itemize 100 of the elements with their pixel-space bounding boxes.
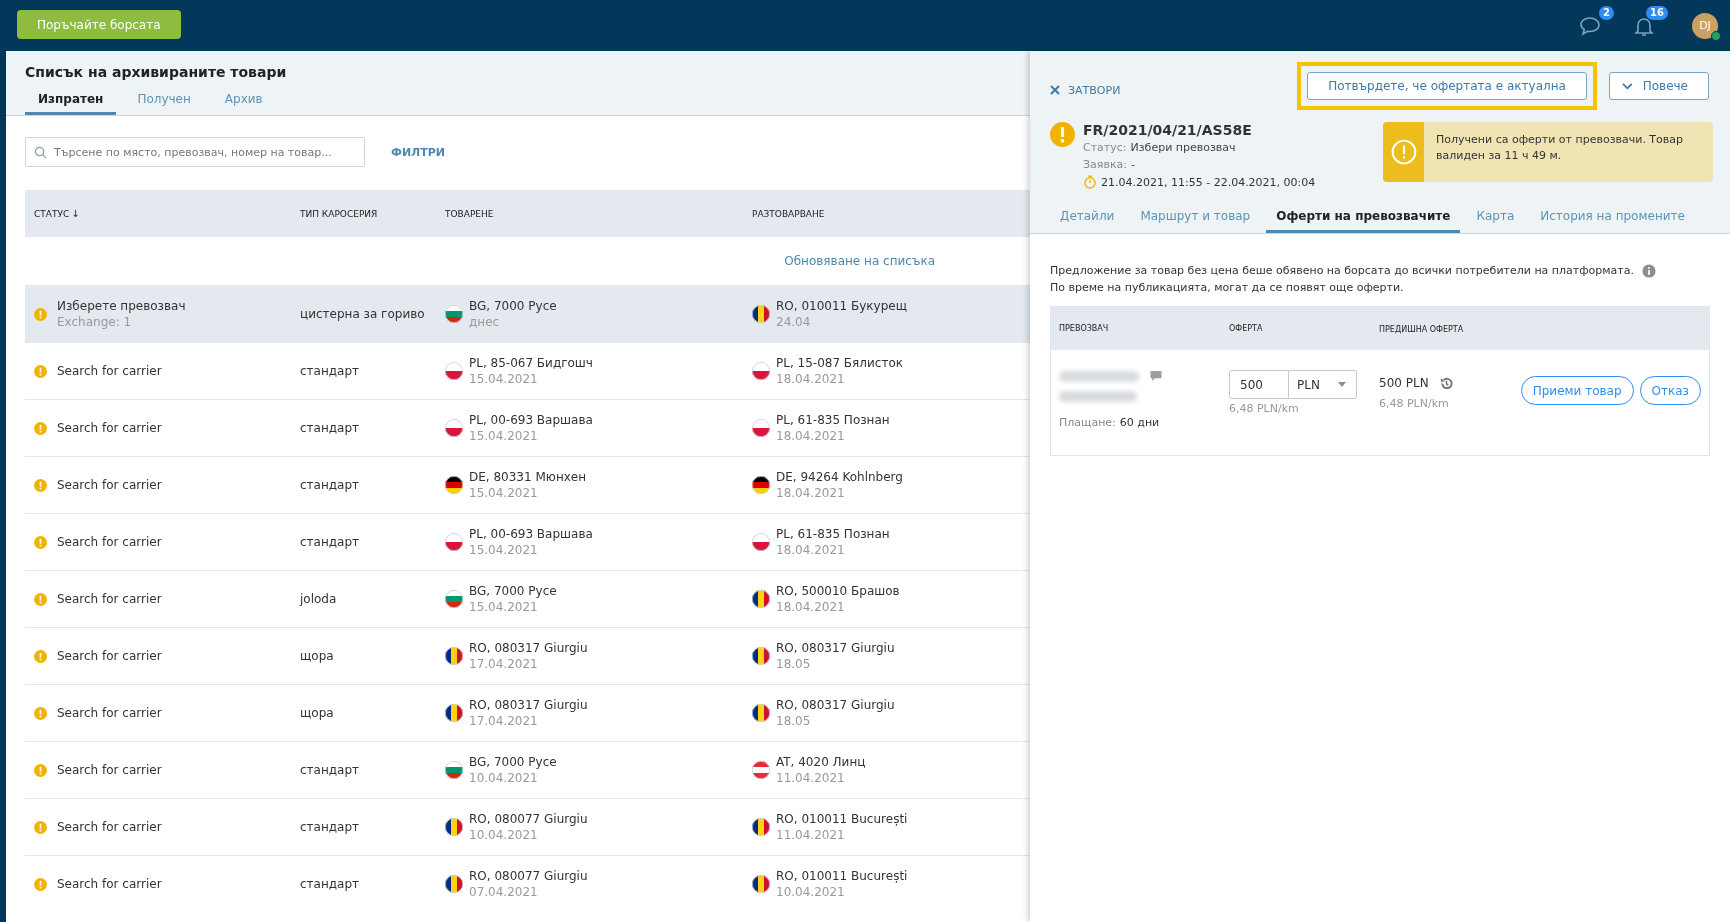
more-button[interactable]: Повече [1609,72,1709,100]
unloading-date: 10.04.2021 [776,885,846,899]
unloading-date: 18.04.2021 [776,543,846,557]
body-type: щора [300,706,335,720]
flag-icon [752,818,770,836]
flag-icon [752,362,770,380]
loading-date: 17.04.2021 [469,657,539,671]
info-text: Предложение за товар без цена беше обявено на борсата до всички потребители на платформата. [1050,263,1634,279]
close-link[interactable]: ЗАТВОРИ [1050,83,1121,97]
request-value: - [1131,158,1135,171]
tab[interactable]: Оферти на превозвачите [1266,209,1461,233]
loading-date: днес [469,315,501,329]
flag-icon [752,647,770,665]
flag-icon [445,761,463,779]
alert-text: Получени са оферти от превозвачи. Товар валиден за 11 ч 49 м. [1435,132,1685,164]
column-header[interactable]: СТАТУС [34,208,70,219]
loading-date: 17.04.2021 [469,714,539,728]
unloading-place: RO, 080317 Giurgiu [776,698,895,712]
loading-date: 15.04.2021 [469,429,539,443]
loading-place: PL, 85-067 Бидгошч [469,356,593,370]
flag-icon [752,704,770,722]
status-text: Search for carrier [57,592,162,606]
previous-offer-rate: 6,48 PLN/km [1379,397,1450,410]
unloading-place: RO, 500010 Брашов [776,584,900,598]
status-text: Search for carrier [57,421,162,435]
flag-icon [445,818,463,836]
unloading-date: 24.04 [776,315,812,329]
chevron-down-icon [1622,82,1633,90]
unloading-date: 18.04.2021 [776,600,846,614]
unloading-place: DE, 94264 Kohlnberg [776,470,903,484]
search-field[interactable]: Търсене по място, превозвач, номер на товар... [25,137,365,167]
status-text: Search for carrier [57,820,162,834]
loading-place: BG, 7000 Русе [469,755,557,769]
accept-freight-button[interactable]: Приеми товар [1520,376,1634,405]
loading-place: RO, 080077 Giurgiu [469,869,588,883]
body-type: щора [300,649,335,663]
freight-id: FR/2021/04/21/AS58E [1083,122,1253,138]
column-header: ТОВАРЕНЕ [445,208,494,219]
tab[interactable]: Изпратен [25,92,117,115]
table-row[interactable]: Изберете превозвач Exchange: 1 цистерна за гориво BG, 7000 Русе днес RO, 010011 Букурещ 24.04 [25,285,1030,342]
offer-rate: 6,48 PLN/km [1229,402,1300,415]
refresh-list-link[interactable]: Обновяване на списъка [784,254,935,268]
warning-icon [34,535,47,549]
flag-icon [752,476,770,494]
reject-button[interactable]: Отказ [1639,376,1701,405]
loading-date: 10.04.2021 [469,771,539,785]
unloading-date: 18.05 [776,714,812,728]
warning-icon [34,706,47,720]
loading-place: RO, 080317 Giurgiu [469,698,588,712]
loading-date: 07.04.2021 [469,885,539,899]
flag-icon [445,419,463,437]
unloading-place: AT, 4020 Линц [776,755,866,769]
warning-icon [34,478,47,492]
close-icon [1050,85,1060,95]
unloading-date: 18.04.2021 [776,486,846,500]
status-text: Search for carrier [57,763,162,777]
flag-icon [445,362,463,380]
status-text: Изберете превозвач [57,299,186,313]
page-title: Списък на архивираните товари [25,64,288,80]
flag-icon [445,305,463,323]
status-text: Search for carrier [57,649,162,663]
column-header: ПРЕВОЗВАЧ [1059,324,1109,333]
status-text: Search for carrier [57,877,162,891]
body-type: стандарт [300,535,361,549]
unloading-date: 18.05 [776,657,812,671]
unloading-place: RO, 080317 Giurgiu [776,641,895,655]
warning-icon [34,307,47,321]
loading-place: PL, 00-693 Варшава [469,413,593,427]
status-label: Статус: [1083,141,1127,154]
body-type: стандарт [300,877,361,891]
warning-icon [34,763,47,777]
previous-offer: 500 PLN [1379,376,1429,390]
body-type: цистерна за гориво [300,307,426,321]
info-text: По време на публикацията, могат да се появят още оферти. [1050,280,1404,296]
warning-icon [34,421,47,435]
stopwatch-icon [1083,175,1097,189]
payment-label: Плащане: [1059,416,1116,429]
validity-period: 21.04.2021, 11:55 - 22.04.2021, 00:04 [1101,175,1316,189]
filters-link[interactable]: ФИЛТРИ [391,145,446,159]
currency-dropdown[interactable]: PLN [1289,370,1357,399]
loading-date: 15.04.2021 [469,486,539,500]
loading-place: RO, 080317 Giurgiu [469,641,588,655]
confirm-offer-button[interactable]: Потвърдете, че офертата е актуална [1307,72,1587,100]
flag-icon [445,875,463,893]
flag-icon [752,875,770,893]
sort-arrow[interactable]: ↓ [71,208,80,219]
info-icon [1642,263,1656,278]
flag-icon [752,305,770,323]
unloading-place: RO, 010011 Букурещ [776,299,908,313]
body-type: стандарт [300,820,361,834]
loading-date: 15.04.2021 [469,372,539,386]
status-text: Search for carrier [57,364,162,378]
history-icon [1438,375,1454,391]
offer-amount-field[interactable]: 500 [1229,370,1289,399]
column-header: ТИП КАРОСЕРИЯ [300,208,378,219]
loading-date: 10.04.2021 [469,828,539,842]
loading-place: BG, 7000 Русе [469,584,557,598]
warning-icon [34,649,47,663]
flag-icon [752,533,770,551]
payment-terms: 60 дни [1119,416,1160,429]
